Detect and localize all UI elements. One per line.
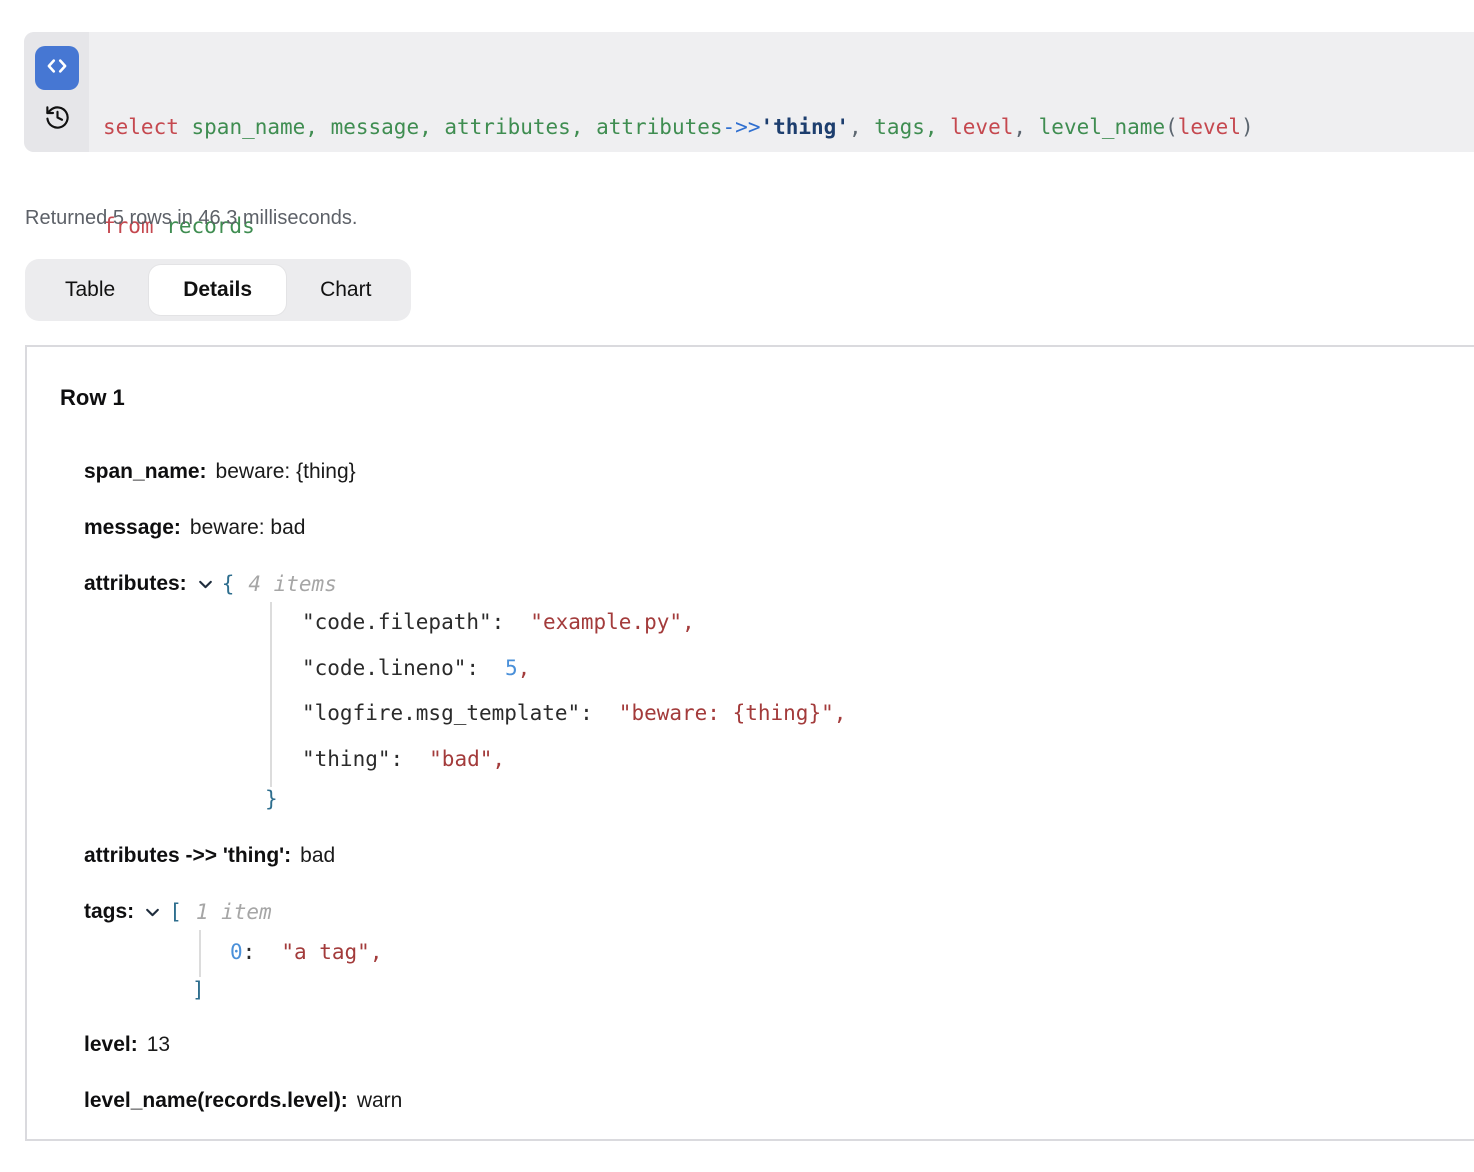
json-item-count: 4 items [248, 570, 337, 598]
tab-table[interactable]: Table [31, 265, 149, 315]
row-title: Row 1 [60, 385, 125, 411]
sql-editor-gutter [24, 32, 89, 152]
field-label: span_name: [84, 458, 207, 486]
field-attributes: attributes: { 4 items [84, 570, 337, 598]
query-status-text: Returned 5 rows in 46.3 milliseconds. [25, 207, 357, 230]
field-label: attributes: [84, 570, 187, 598]
field-label: tags: [84, 898, 134, 926]
field-value: beware: bad [190, 514, 306, 542]
field-attributes-thing: attributes ->> 'thing': bad [84, 842, 335, 870]
indent-guide [199, 930, 201, 977]
field-value: 13 [147, 1031, 170, 1059]
json-close-bracket: ] [192, 976, 205, 1004]
json-entry: "code.filepath":"example.py", [302, 600, 846, 646]
tab-chart[interactable]: Chart [286, 265, 405, 315]
indent-guide [270, 602, 272, 787]
chevron-down-icon[interactable] [197, 576, 214, 593]
attributes-json-entries: "code.filepath":"example.py", "code.line… [302, 600, 846, 782]
tab-details[interactable]: Details [149, 265, 286, 315]
field-span-name: span_name: beware: {thing} [84, 458, 356, 486]
tags-json-entries: 0:"a tag", [230, 930, 382, 976]
field-label: level: [84, 1031, 138, 1059]
field-value: warn [357, 1087, 403, 1115]
details-panel: Row 1 span_name: beware: {thing} message… [25, 345, 1474, 1141]
json-entry: "thing":"bad", [302, 737, 846, 783]
json-entry: 0:"a tag", [230, 930, 382, 976]
json-entry: "code.lineno":5, [302, 646, 846, 692]
json-close-brace: } [265, 785, 278, 813]
field-level-name: level_name(records.level): warn [84, 1087, 402, 1115]
json-open-bracket: [ [169, 898, 182, 926]
chevron-down-icon[interactable] [144, 904, 161, 921]
code-button[interactable] [35, 46, 79, 90]
field-level: level: 13 [84, 1031, 170, 1059]
query-results-page: select span_name, message, attributes, a… [0, 0, 1474, 1172]
json-entry: "logfire.msg_template":"beware: {thing}"… [302, 691, 846, 737]
sql-query-text[interactable]: select span_name, message, attributes, a… [89, 32, 1254, 152]
json-open-brace: { [222, 570, 235, 598]
field-tags: tags: [ 1 item [84, 898, 272, 926]
field-label: attributes ->> 'thing': [84, 842, 291, 870]
json-item-count: 1 item [196, 898, 272, 926]
field-label: message: [84, 514, 181, 542]
field-value: bad [300, 842, 335, 870]
sql-editor[interactable]: select span_name, message, attributes, a… [24, 32, 1474, 152]
history-icon [44, 104, 71, 136]
results-view-tabs: Table Details Chart [25, 259, 411, 321]
field-label: level_name(records.level): [84, 1087, 348, 1115]
code-icon [44, 53, 70, 84]
sql-line-1: select span_name, message, attributes, a… [103, 111, 1254, 144]
field-message: message: beware: bad [84, 514, 305, 542]
field-value: beware: {thing} [216, 458, 356, 486]
history-button[interactable] [43, 106, 71, 134]
